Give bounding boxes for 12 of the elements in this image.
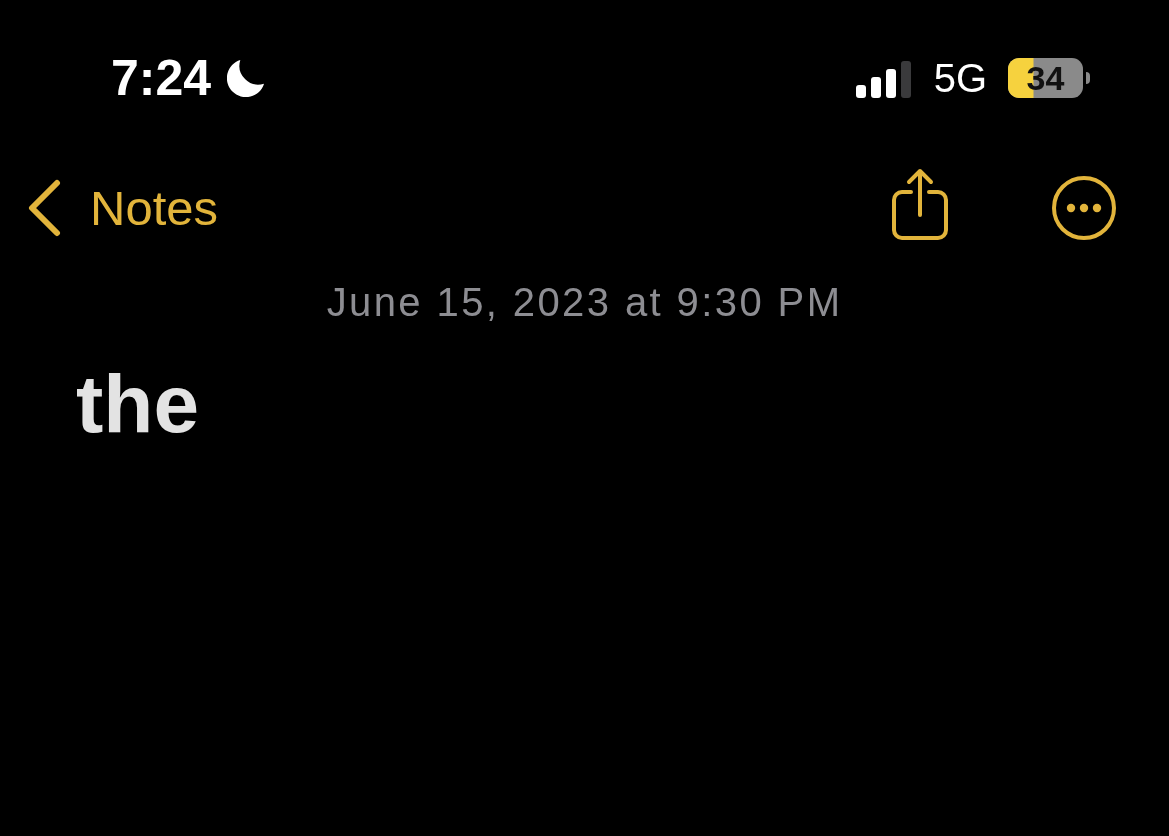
more-button[interactable] [1052,176,1116,240]
back-chevron-icon [26,179,62,237]
share-button[interactable] [892,168,948,240]
back-button[interactable]: Notes [0,179,218,237]
share-icon [892,168,948,240]
signal-icon [855,60,912,98]
more-icon [1052,176,1116,240]
network-label: 5G [933,55,987,101]
moon-icon [227,58,266,98]
note-date: June 15, 2023 at 9:30 PM [326,279,843,326]
status-time: 7:24 [111,50,212,106]
note-body-text[interactable]: the [76,359,199,449]
